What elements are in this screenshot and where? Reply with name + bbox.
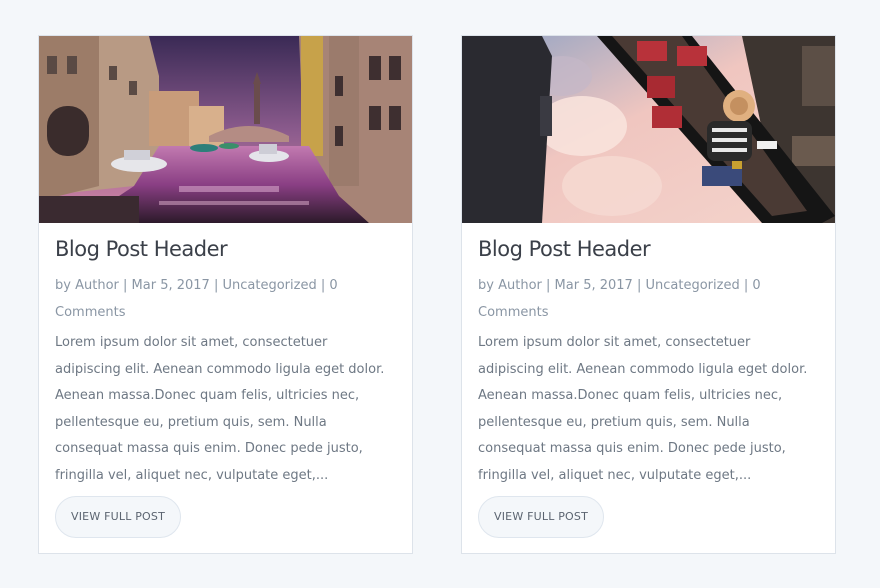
post-category-link[interactable]: Uncategorized: [223, 278, 317, 293]
post-meta: by Author | Mar 5, 2017 | Uncategorized …: [478, 272, 819, 326]
meta-separator: |: [636, 278, 642, 293]
meta-separator: |: [123, 278, 128, 293]
view-full-post-button[interactable]: VIEW FULL POST: [478, 496, 605, 538]
post-author-link[interactable]: Author: [498, 278, 542, 293]
post-featured-image[interactable]: [462, 36, 835, 223]
post-meta: by Author | Mar 5, 2017 | Uncategorized …: [55, 272, 396, 326]
meta-separator: |: [213, 278, 219, 293]
meta-separator: |: [546, 278, 551, 293]
meta-separator: |: [320, 278, 326, 293]
view-full-post-button[interactable]: VIEW FULL POST: [55, 496, 182, 538]
post-author-link[interactable]: Author: [75, 278, 119, 293]
blog-post-card: Blog Post Header by Author | Mar 5, 2017…: [461, 35, 836, 554]
post-title[interactable]: Blog Post Header: [478, 236, 819, 262]
post-date: Mar 5, 2017: [131, 278, 210, 293]
blog-post-card: Blog Post Header by Author | Mar 5, 2017…: [38, 35, 413, 554]
post-excerpt: Lorem ipsum dolor sit amet, consectetuer…: [55, 335, 385, 483]
post-date: Mar 5, 2017: [554, 278, 633, 293]
post-featured-image[interactable]: [39, 36, 412, 223]
post-title[interactable]: Blog Post Header: [55, 236, 396, 262]
meta-by: by: [478, 278, 494, 293]
meta-separator: |: [743, 278, 749, 293]
meta-by: by: [55, 278, 71, 293]
post-excerpt: Lorem ipsum dolor sit amet, consectetuer…: [478, 335, 808, 483]
venice-canal-photo: [39, 36, 412, 223]
post-category-link[interactable]: Uncategorized: [646, 278, 740, 293]
gondola-from-above-photo: [462, 36, 835, 223]
